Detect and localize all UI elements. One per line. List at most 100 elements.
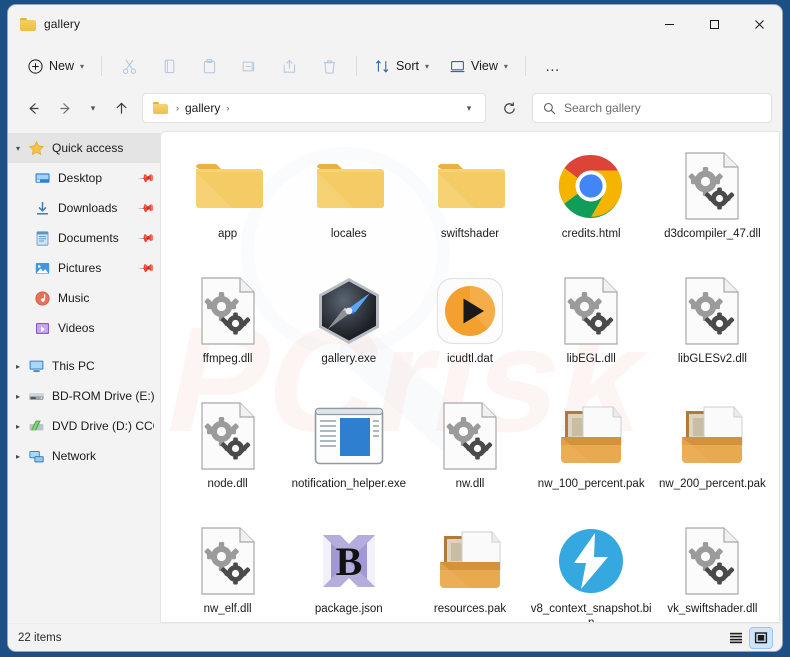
view-toggle-group [725,628,772,648]
file-item[interactable]: ffmpeg.dll [167,265,288,390]
chevron-right-icon[interactable]: ▸ [8,362,28,371]
file-item[interactable]: d3dcompiler_47.dll [652,140,773,265]
rename-button[interactable] [230,50,268,82]
file-item[interactable]: nw_200_percent.pak [652,390,773,515]
notification-window-icon [313,400,385,472]
large-icons-view-button[interactable] [750,628,772,648]
desktop-icon [34,170,51,187]
window-title: gallery [44,17,80,31]
file-item[interactable]: libEGL.dll [531,265,652,390]
file-item[interactable]: notification_helper.exe [288,390,409,515]
pak-box-icon [676,400,748,472]
search-icon [543,102,556,115]
file-item[interactable]: libGLESv2.dll [652,265,773,390]
cut-button[interactable] [110,50,148,82]
delete-button[interactable] [310,50,348,82]
breadcrumb-separator-2[interactable]: › [220,103,235,113]
pin-icon[interactable]: 📌 [138,169,157,188]
sidebar-spacer [8,343,160,351]
bd-rom-drive-icon [28,388,45,405]
pin-icon[interactable]: 📌 [138,259,157,278]
sidebar-item-music[interactable]: Music [8,283,160,313]
rename-icon [241,58,258,75]
sidebar-item-videos[interactable]: Videos [8,313,160,343]
view-button[interactable]: View ▾ [440,50,517,82]
sidebar-item-label: Pictures [58,261,101,275]
chevron-right-icon[interactable]: ▸ [8,392,28,401]
sort-button[interactable]: Sort ▾ [365,50,438,82]
see-more-button[interactable]: … [534,50,572,82]
file-item[interactable]: nw.dll [409,390,530,515]
address-dropdown-button[interactable]: ▾ [457,95,481,121]
file-item[interactable]: resources.pak [409,515,530,623]
paste-icon [201,58,218,75]
chevron-down-icon[interactable]: ▾ [8,144,28,153]
sidebar-item-this-pc[interactable]: ▸ This PC [8,351,160,381]
toolbar-divider-3 [525,56,526,76]
downloads-icon [34,200,51,217]
dll-gears-icon [192,275,264,347]
forward-button[interactable] [50,93,80,123]
share-button[interactable] [270,50,308,82]
file-item[interactable]: locales [288,140,409,265]
sidebar-item-label: Quick access [52,141,123,155]
minimize-button[interactable] [647,5,692,43]
sidebar-item-documents[interactable]: Documents 📌 [8,223,160,253]
file-item[interactable]: node.dll [167,390,288,515]
file-item[interactable]: v8_context_snapshot.bin [531,515,652,623]
folder-icon [434,150,506,222]
pin-icon[interactable]: 📌 [138,229,157,248]
file-item[interactable]: credits.html [531,140,652,265]
file-item[interactable]: vk_swiftshader.dll [652,515,773,623]
file-item[interactable]: nw_elf.dll [167,515,288,623]
sidebar-item-network[interactable]: ▸ Network [8,441,160,471]
music-icon [34,290,51,307]
copy-button[interactable] [150,50,188,82]
sidebar-item-downloads[interactable]: Downloads 📌 [8,193,160,223]
details-view-button[interactable] [725,628,747,648]
file-item[interactable]: nw_100_percent.pak [531,390,652,515]
breadcrumb-separator: › [170,103,185,113]
sort-icon [374,58,391,75]
address-bar-row: ▾ › gallery › ▾ [8,89,782,131]
up-button[interactable] [106,93,136,123]
pak-box-icon [555,400,627,472]
file-item[interactable]: swiftshader [409,140,530,265]
sidebar-item-quick-access[interactable]: ▾ Quick access [8,133,160,163]
recent-locations-button[interactable]: ▾ [82,93,104,123]
sidebar-item-dvd-drive[interactable]: ▸ DVD Drive (D:) CCCC [8,411,160,441]
back-button[interactable] [18,93,48,123]
file-list-pane[interactable]: PCrisk app [160,131,780,623]
network-icon [28,448,45,465]
sidebar-item-desktop[interactable]: Desktop 📌 [8,163,160,193]
search-box[interactable]: Search gallery [532,93,772,123]
search-input[interactable]: Search gallery [564,101,641,115]
chevron-right-icon[interactable]: ▸ [8,452,28,461]
file-item[interactable]: icudtl.dat [409,265,530,390]
new-button[interactable]: New ▾ [18,50,93,82]
dll-gears-icon [676,150,748,222]
sidebar-item-bd-rom-drive[interactable]: ▸ BD-ROM Drive (E:) C [8,381,160,411]
file-name: package.json [288,602,409,616]
close-button[interactable] [737,5,782,43]
arrow-up-icon [114,101,129,116]
address-bar[interactable]: › gallery › ▾ [142,93,486,123]
file-item[interactable]: gallery.exe [288,265,409,390]
file-name: node.dll [167,477,288,491]
sidebar-item-pictures[interactable]: Pictures 📌 [8,253,160,283]
chevron-right-icon[interactable]: ▸ [8,422,28,431]
paste-button[interactable] [190,50,228,82]
file-item[interactable]: B package.json [288,515,409,623]
file-name: v8_context_snapshot.bin [531,602,652,623]
arrow-right-icon [58,101,73,116]
new-button-label: New [49,59,74,73]
pin-icon[interactable]: 📌 [138,199,157,218]
explorer-body: ▾ Quick access Desktop 📌 [8,131,782,623]
file-item[interactable]: app [167,140,288,265]
file-name: nw_200_percent.pak [652,477,773,491]
maximize-button[interactable] [692,5,737,43]
breadcrumb-gallery[interactable]: gallery [185,101,220,115]
file-name: app [167,227,288,241]
copy-icon [161,58,178,75]
refresh-button[interactable] [494,93,524,123]
